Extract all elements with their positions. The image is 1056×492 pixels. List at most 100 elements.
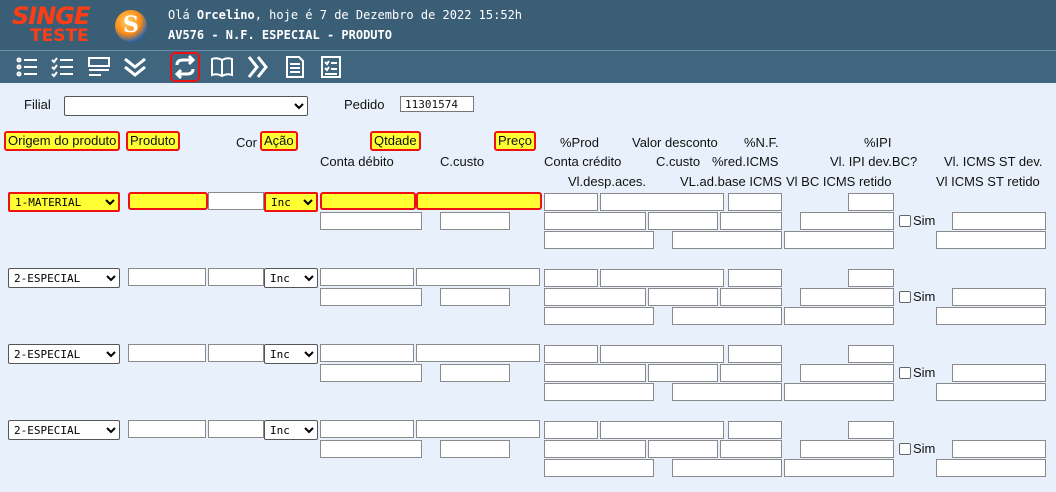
conta-credito-input[interactable] [544,212,646,230]
origem-select[interactable]: 2-ESPECIAL [8,268,120,288]
vl-bc-icms-retido-input[interactable] [784,459,894,477]
nf-pct-input[interactable] [728,421,782,439]
valor-desconto-input[interactable] [600,345,724,363]
vl-icms-st-retido-input[interactable] [936,307,1046,325]
vl-desp-aces-input[interactable] [544,231,654,249]
prod-pct-input[interactable] [544,269,598,287]
col-prod-pct: %Prod [560,135,600,150]
vl-icms-st-dev-input[interactable] [952,212,1046,230]
produto-input[interactable] [128,268,206,286]
col-preco: Preço [494,131,536,151]
origem-select[interactable]: 2-ESPECIAL [8,344,120,364]
c-custo-input[interactable] [440,364,510,382]
nf-pct-input[interactable] [728,269,782,287]
vl-icms-st-retido-input[interactable] [936,383,1046,401]
vl-ipi-dev-bc-input[interactable] [800,288,894,306]
preco-input[interactable] [416,268,540,286]
vl-bc-icms-retido-input[interactable] [784,231,894,249]
filial-select[interactable] [64,96,308,116]
ipi-dev-bc-checkbox[interactable] [899,215,911,227]
document-icon[interactable] [282,54,308,80]
prod-pct-input[interactable] [544,345,598,363]
qtdade-input[interactable] [320,192,416,210]
vl-desp-aces-input[interactable] [544,307,654,325]
ipi-dev-bc-checkbox[interactable] [899,443,911,455]
cor-input[interactable] [208,420,264,438]
cor-input[interactable] [208,268,264,286]
conta-debito-input[interactable] [320,288,422,306]
double-chevron-down-icon[interactable] [122,54,148,80]
vl-icms-st-retido-input[interactable] [936,459,1046,477]
conta-credito-input[interactable] [544,364,646,382]
ipi-pct-input[interactable] [848,345,894,363]
red-icms-pct-input[interactable] [720,212,782,230]
cor-input[interactable] [208,192,264,210]
conta-debito-input[interactable] [320,212,422,230]
ipi-pct-input[interactable] [848,421,894,439]
valor-desconto-input[interactable] [600,193,724,211]
ipi-dev-bc-checkbox[interactable] [899,367,911,379]
refresh-arrows-icon[interactable] [170,52,200,82]
acao-select[interactable]: Inc [264,420,318,440]
red-icms-pct-input[interactable] [720,364,782,382]
vl-ad-base-icms-input[interactable] [672,307,782,325]
acao-select[interactable]: Inc [264,268,318,288]
red-icms-pct-input[interactable] [720,440,782,458]
prod-pct-input[interactable] [544,421,598,439]
qtdade-input[interactable] [320,344,414,362]
checklist-doc-icon[interactable] [318,54,344,80]
valor-desconto-input[interactable] [600,421,724,439]
produto-input[interactable] [128,192,208,210]
vl-ad-base-icms-input[interactable] [672,459,782,477]
c-custo-2-input[interactable] [648,440,718,458]
vl-ad-base-icms-input[interactable] [672,231,782,249]
prod-pct-input[interactable] [544,193,598,211]
vl-icms-st-retido-input[interactable] [936,231,1046,249]
form-icon[interactable] [86,54,112,80]
ipi-pct-input[interactable] [848,269,894,287]
vl-desp-aces-input[interactable] [544,459,654,477]
red-icms-pct-input[interactable] [720,288,782,306]
preco-input[interactable] [416,192,542,210]
list-icon[interactable] [14,54,40,80]
valor-desconto-input[interactable] [600,269,724,287]
cor-input[interactable] [208,344,264,362]
vl-icms-st-dev-input[interactable] [952,364,1046,382]
nf-pct-input[interactable] [728,193,782,211]
preco-input[interactable] [416,420,540,438]
qtdade-input[interactable] [320,420,414,438]
vl-ipi-dev-bc-input[interactable] [800,364,894,382]
c-custo-input[interactable] [440,440,510,458]
vl-icms-st-dev-input[interactable] [952,440,1046,458]
vl-ipi-dev-bc-input[interactable] [800,440,894,458]
preco-input[interactable] [416,344,540,362]
produto-input[interactable] [128,420,206,438]
origem-select[interactable]: 1-MATERIAL [8,192,120,212]
vl-ad-base-icms-input[interactable] [672,383,782,401]
checklist-icon[interactable] [50,54,76,80]
c-custo-input[interactable] [440,288,510,306]
vl-bc-icms-retido-input[interactable] [784,307,894,325]
vl-icms-st-dev-input[interactable] [952,288,1046,306]
vl-bc-icms-retido-input[interactable] [784,383,894,401]
acao-select[interactable]: Inc [264,344,318,364]
double-chevron-right-icon[interactable] [245,54,271,80]
qtdade-input[interactable] [320,268,414,286]
c-custo-input[interactable] [440,212,510,230]
conta-credito-input[interactable] [544,440,646,458]
origem-select[interactable]: 2-ESPECIAL [8,420,120,440]
book-icon[interactable] [209,54,235,80]
ipi-pct-input[interactable] [848,193,894,211]
c-custo-2-input[interactable] [648,364,718,382]
nf-pct-input[interactable] [728,345,782,363]
c-custo-2-input[interactable] [648,212,718,230]
conta-credito-input[interactable] [544,288,646,306]
conta-debito-input[interactable] [320,440,422,458]
vl-desp-aces-input[interactable] [544,383,654,401]
vl-ipi-dev-bc-input[interactable] [800,212,894,230]
conta-debito-input[interactable] [320,364,422,382]
c-custo-2-input[interactable] [648,288,718,306]
produto-input[interactable] [128,344,206,362]
acao-select[interactable]: Inc [264,192,318,212]
ipi-dev-bc-checkbox[interactable] [899,291,911,303]
